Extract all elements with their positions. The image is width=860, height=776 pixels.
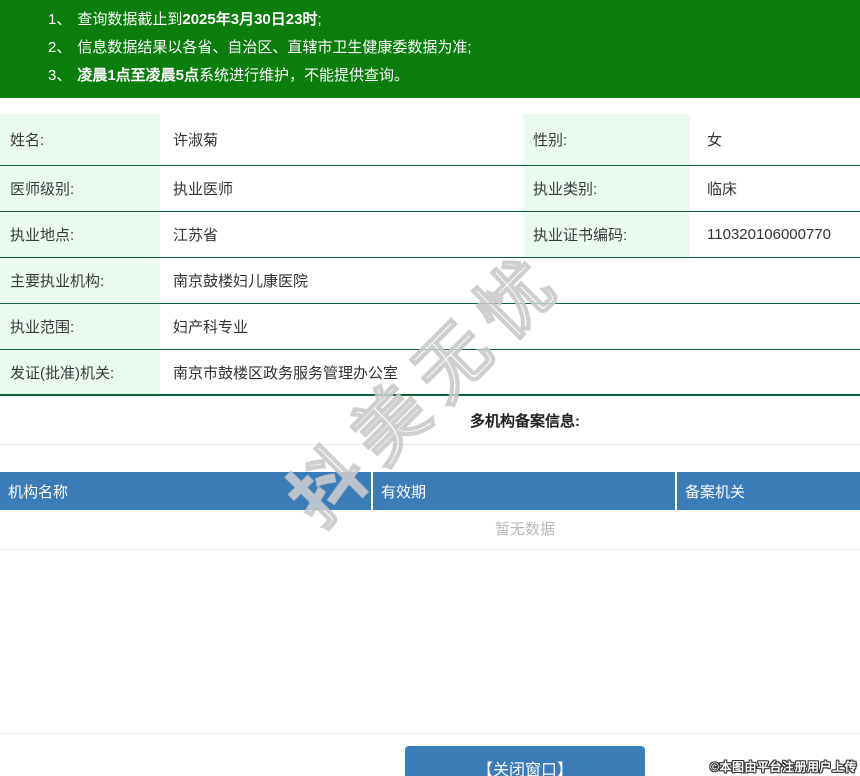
info-row-level-category: 医师级别: 执业医师 执业类别: 临床: [0, 166, 860, 212]
notice-banner: 1、 查询数据截止到2025年3月30日23时; 2、 信息数据结果以各省、自治区、…: [0, 0, 860, 98]
record-table-header: 机构名称 有效期 备案机关: [0, 472, 860, 510]
practitioner-info-table: 姓名: 许淑菊 性别: 女 医师级别: 执业医师 执业类别: 临床 执业地点: …: [0, 114, 860, 396]
issuing-authority-label: 发证(批准)机关:: [0, 350, 160, 394]
blank-area: [0, 550, 860, 734]
notice-item-2: 2、 信息数据结果以各省、自治区、直辖市卫生健康委数据为准;: [48, 34, 860, 62]
practice-scope-label: 执业范围:: [0, 304, 160, 349]
name-value: 许淑菊: [173, 132, 219, 149]
multi-org-record-table: 机构名称 有效期 备案机关 暂无数据: [0, 472, 860, 550]
column-institution-name: 机构名称: [8, 483, 69, 501]
column-validity-period: 有效期: [371, 472, 675, 510]
gender-value: 女: [707, 132, 723, 149]
notice-item-3: 3、 凌晨1点至凌晨5点系统进行维护，不能提供查询。: [48, 62, 860, 90]
name-label: 姓名:: [0, 114, 160, 165]
close-window-button[interactable]: 【关闭窗口】: [405, 746, 645, 776]
query-result-page: 1、 查询数据截止到2025年3月30日23时; 2、 信息数据结果以各省、自治区、…: [0, 0, 860, 776]
notice-number: 3、: [48, 67, 72, 84]
notice-number: 1、: [48, 11, 72, 28]
notice-text: 信息数据结果以各省、自治区、直辖市卫生健康委数据为准;: [77, 39, 472, 56]
notice-text-bold: 2025年3月30日23时: [182, 11, 318, 28]
notice-text: ;: [317, 11, 322, 28]
main-institution-label: 主要执业机构:: [0, 258, 160, 303]
practice-location-label: 执业地点:: [0, 212, 160, 257]
upload-attribution-watermark: ©本图由平台注册用户上传: [710, 760, 857, 774]
issuing-authority-value: 南京市鼓楼区政务服务管理办公室: [173, 364, 399, 382]
practice-scope-value: 妇产科专业: [173, 319, 249, 336]
main-institution-value: 南京鼓楼妇儿康医院: [173, 273, 309, 290]
certificate-number-value: 110320106000770: [707, 226, 832, 243]
doctor-level-value: 执业医师: [173, 181, 234, 198]
gender-label: 性别:: [523, 114, 690, 165]
info-row-issuing-authority: 发证(批准)机关: 南京市鼓楼区政务服务管理办公室: [0, 350, 860, 396]
column-record-authority: 备案机关: [675, 472, 860, 510]
info-row-location-certno: 执业地点: 江苏省 执业证书编码: 110320106000770: [0, 212, 860, 258]
notice-item-1: 1、 查询数据截止到2025年3月30日23时;: [48, 6, 860, 34]
notice-text: 系统进行维护，不能提供查询。: [199, 67, 410, 84]
doctor-level-label: 医师级别:: [0, 166, 160, 211]
info-row-practice-scope: 执业范围: 妇产科专业: [0, 304, 860, 350]
multi-org-section-heading: 多机构备案信息:: [0, 396, 860, 445]
practice-location-value: 江苏省: [173, 227, 219, 244]
practice-category-label: 执业类别:: [523, 166, 690, 211]
notice-number: 2、: [48, 39, 72, 56]
notice-text: 查询数据截止到: [77, 11, 183, 28]
certificate-number-label: 执业证书编码:: [523, 212, 690, 257]
viewport: 1、 查询数据截止到2025年3月30日23时; 2、 信息数据结果以各省、自治区、…: [0, 0, 860, 776]
notice-text-bold: 凌晨1点至凌晨5点: [77, 67, 200, 84]
no-data-message: 暂无数据: [0, 510, 860, 550]
info-row-main-institution: 主要执业机构: 南京鼓楼妇儿康医院: [0, 258, 860, 304]
info-row-name-gender: 姓名: 许淑菊 性别: 女: [0, 114, 860, 166]
practice-category-value: 临床: [707, 181, 738, 198]
